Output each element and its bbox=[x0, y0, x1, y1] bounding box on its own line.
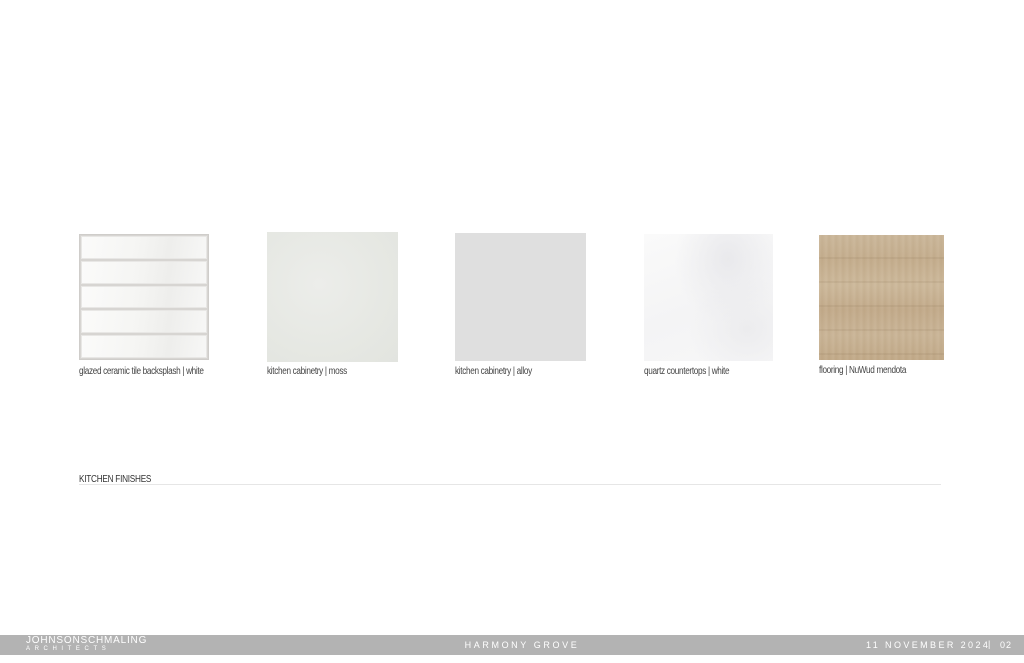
tile-row bbox=[81, 236, 207, 259]
swatch-caption: quartz countertops | white bbox=[644, 366, 730, 377]
tile-row bbox=[81, 285, 207, 309]
tile-row bbox=[81, 310, 207, 334]
tile-backsplash-sample-image bbox=[79, 234, 209, 360]
tile-row bbox=[81, 335, 207, 358]
flooring-wood-sample-image bbox=[819, 235, 944, 360]
cabinetry-alloy-sample-image bbox=[455, 233, 586, 361]
swatch-caption: kitchen cabinetry | moss bbox=[267, 366, 347, 377]
swatch-caption: glazed ceramic tile backsplash | white bbox=[79, 366, 204, 377]
cabinetry-moss-sample-image bbox=[267, 232, 398, 362]
footer-bar: JOHNSONSCHMALING ARCHITECTS HARMONY GROV… bbox=[0, 635, 1024, 655]
swatch-caption: kitchen cabinetry | alloy bbox=[455, 366, 532, 377]
tile-row bbox=[81, 260, 207, 284]
swatch-caption: flooring | NuWud mendota bbox=[819, 365, 907, 376]
footer-separator: | bbox=[988, 639, 991, 649]
document-date: 11 NOVEMBER 2024 bbox=[866, 640, 991, 650]
quartz-countertop-sample-image bbox=[644, 234, 773, 361]
page-number: 02 bbox=[1000, 640, 1013, 650]
section-divider bbox=[79, 484, 941, 485]
